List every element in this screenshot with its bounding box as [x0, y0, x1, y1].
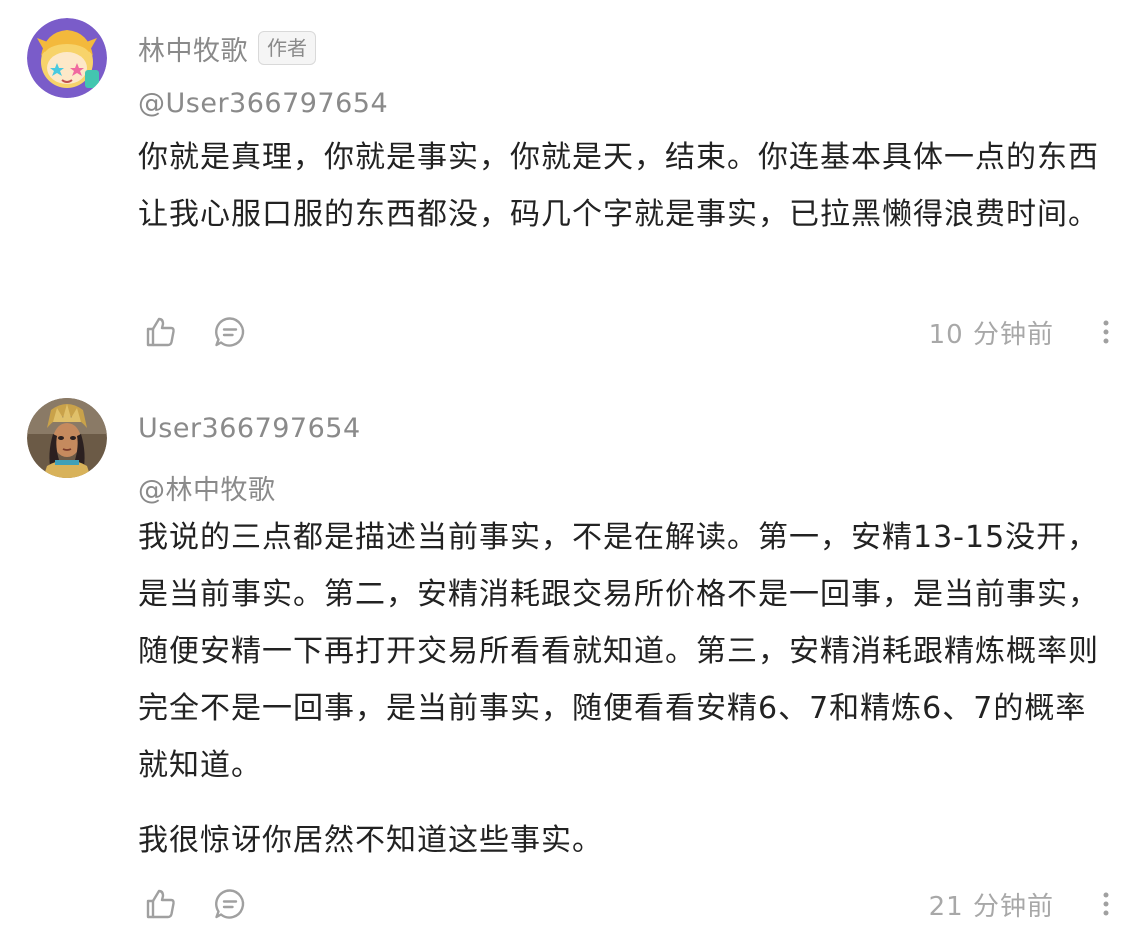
avatar[interactable] [27, 18, 107, 98]
comment-paragraph: 我说的三点都是描述当前事实，不是在解读。第一，安精13-15没开，是当前事实。第… [138, 520, 1099, 783]
comment-header: User366797654 [138, 408, 361, 448]
more-options-button[interactable] [1094, 310, 1118, 354]
comment-text: 你就是真理，你就是事实，你就是天，结束。你连基本具体一点的东西让我心服口服的东西… [138, 129, 1100, 243]
author-name[interactable]: User366797654 [138, 413, 361, 444]
game-character-avatar-icon [27, 398, 107, 478]
author-name[interactable]: 林中牧歌 [138, 29, 248, 68]
comment-bubble-icon [215, 317, 245, 347]
comment-paragraph: 我很惊讶你居然不知道这些事实。 [138, 823, 603, 858]
more-options-button[interactable] [1094, 882, 1118, 926]
like-button[interactable] [138, 310, 182, 354]
comment-item: 林中牧歌 作者 @User366797654 你就是真理，你就是事实，你就是天，… [0, 0, 1138, 380]
thumbs-up-icon [146, 317, 175, 347]
comment-actions: 21 分钟前 [138, 882, 1118, 926]
comment-header: 林中牧歌 作者 [138, 28, 316, 68]
comment-bubble-icon [215, 889, 245, 919]
comment-timestamp: 10 分钟前 [928, 319, 1054, 350]
thumbs-up-icon [146, 889, 175, 919]
comment-item: User366797654 @林中牧歌 我说的三点都是描述当前事实，不是在解读。… [0, 380, 1138, 930]
reply-mention[interactable]: @User366797654 [138, 88, 388, 119]
comment-text: 我说的三点都是描述当前事实，不是在解读。第一，安精13-15没开，是当前事实。第… [138, 509, 1100, 869]
cartoon-avatar-icon [27, 18, 107, 98]
comment-timestamp: 21 分钟前 [928, 891, 1054, 922]
reply-mention[interactable]: @林中牧歌 [138, 468, 276, 507]
reply-button[interactable] [208, 882, 252, 926]
comment-paragraph: 你就是真理，你就是事实，你就是天，结束。你连基本具体一点的东西让我心服口服的东西… [138, 140, 1099, 232]
author-badge: 作者 [258, 31, 316, 65]
like-button[interactable] [138, 882, 182, 926]
reply-button[interactable] [208, 310, 252, 354]
comment-actions: 10 分钟前 [138, 310, 1118, 354]
more-vertical-icon [1103, 892, 1109, 916]
avatar[interactable] [27, 398, 107, 478]
more-vertical-icon [1103, 320, 1109, 344]
